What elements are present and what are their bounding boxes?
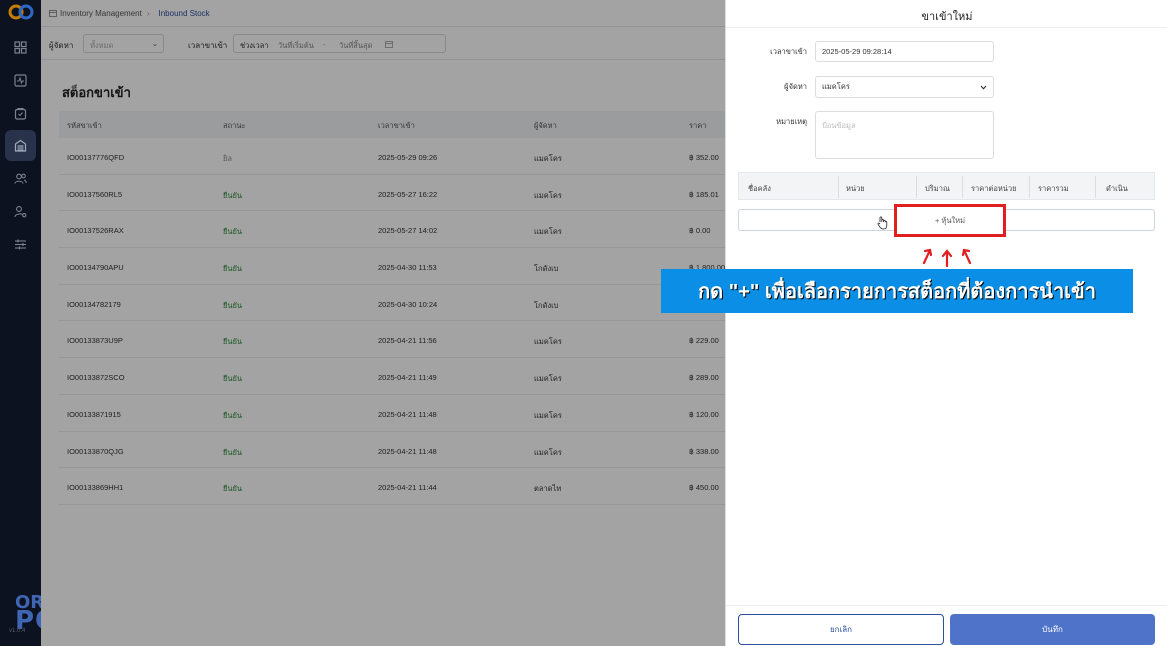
add-item-button[interactable]: + หุ้นใหม่ [894,204,1006,237]
item-col-total: ราคารวม [1038,184,1069,193]
hand-cursor-icon [877,216,888,230]
rail-backdrop [0,0,41,646]
chevron-down-icon [980,85,987,90]
save-button[interactable]: บันทึก [950,614,1155,645]
drawer-supplier-select[interactable]: แมคโคร [815,76,994,98]
add-item-label: + หุ้นใหม่ [934,215,966,225]
item-col-unit: หน่วย [846,184,865,193]
inbound-time-label: เวลาขาเข้า [770,47,807,56]
instruction-callout: กด "+" เพื่อเลือกรายการสต็อกที่ต้องการนำ… [661,269,1133,313]
item-col-quantity: ปริมาณ [925,184,950,193]
drawer-supplier-label: ผู้จัดหา [784,82,807,91]
col-divider [1095,176,1096,198]
col-divider [838,176,839,198]
drawer-footer-divider [726,605,1167,606]
note-placeholder: ป้อนข้อมูล [822,121,856,130]
note-label: หมายเหตุ [776,117,807,126]
note-textarea[interactable]: ป้อนข้อมูล [815,111,994,159]
new-inbound-drawer: ขาเข้าใหม่ เวลาขาเข้า 2025-05-29 09:28:1… [725,0,1167,646]
drawer-title: ขาเข้าใหม่ [921,11,973,23]
cancel-button[interactable]: ยกเลิก [738,614,944,645]
col-divider [962,176,963,198]
items-table-header: ชื่อคลัง หน่วย ปริมาณ ราคาต่อหน่วย ราคาร… [738,172,1155,200]
drawer-divider [726,27,1167,28]
main-content: Inventory Management › Inbound Stock ผู้… [41,0,766,646]
drawer-supplier-value: แมคโคร [822,82,850,91]
item-col-unit-price: ราคาต่อหน่วย [971,184,1017,193]
modal-backdrop[interactable] [41,0,766,646]
item-col-action: ดำเนิน [1106,184,1128,193]
inbound-time-field[interactable]: 2025-05-29 09:28:14 [815,41,994,62]
pointer-arrows-icon [922,248,972,268]
col-divider [1029,176,1030,198]
col-divider [916,176,917,198]
inbound-time-value: 2025-05-29 09:28:14 [822,47,892,56]
item-col-warehouse: ชื่อคลัง [748,184,771,193]
